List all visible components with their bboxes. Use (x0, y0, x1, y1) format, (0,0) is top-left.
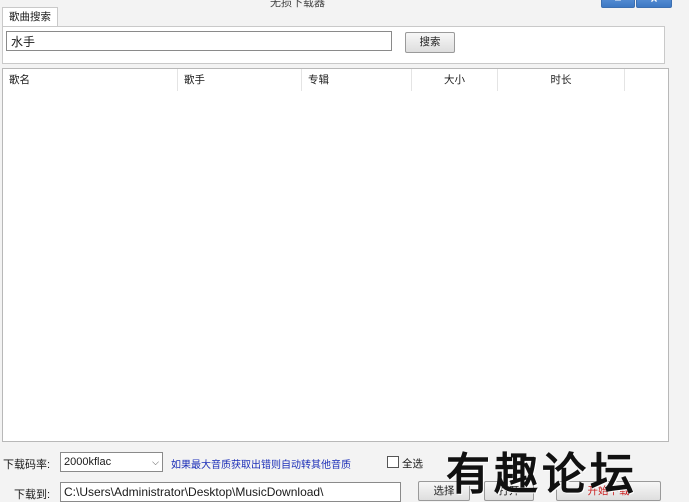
column-header-size[interactable]: 大小 (412, 69, 498, 91)
quality-note: 如果最大音质获取出错则自动转其他音质 (171, 460, 351, 471)
chevron-down-icon: ⌵ (152, 457, 159, 467)
bitrate-label: 下载码率: (3, 459, 51, 471)
window-title: 无损下载器 (270, 0, 325, 9)
minimize-icon: – (602, 0, 634, 6)
select-all-checkbox[interactable] (387, 456, 399, 468)
minimize-button[interactable]: – (601, 0, 635, 8)
close-button[interactable]: × (636, 0, 672, 8)
bitrate-select[interactable]: 2000kflac ⌵ (60, 452, 163, 472)
column-header-album[interactable]: 专辑 (302, 69, 412, 91)
column-header-duration[interactable]: 时长 (498, 69, 625, 91)
tab-song-search[interactable]: 歌曲搜索 (2, 7, 58, 28)
close-icon: × (637, 0, 671, 6)
column-header-title[interactable]: 歌名 (3, 69, 178, 91)
bitrate-value: 2000kflac (64, 456, 112, 468)
download-path-input[interactable]: C:\Users\Administrator\Desktop\MusicDown… (60, 482, 401, 502)
download-to-label: 下载到: (14, 489, 51, 501)
results-table[interactable]: 歌名 歌手 专辑 大小 时长 (2, 68, 669, 442)
column-header-artist[interactable]: 歌手 (178, 69, 302, 91)
search-button[interactable]: 搜索 (405, 32, 455, 53)
watermark-text: 有趣论坛 (446, 449, 638, 500)
search-input[interactable]: 水手 (6, 31, 392, 51)
select-all-label: 全选 (402, 458, 423, 470)
